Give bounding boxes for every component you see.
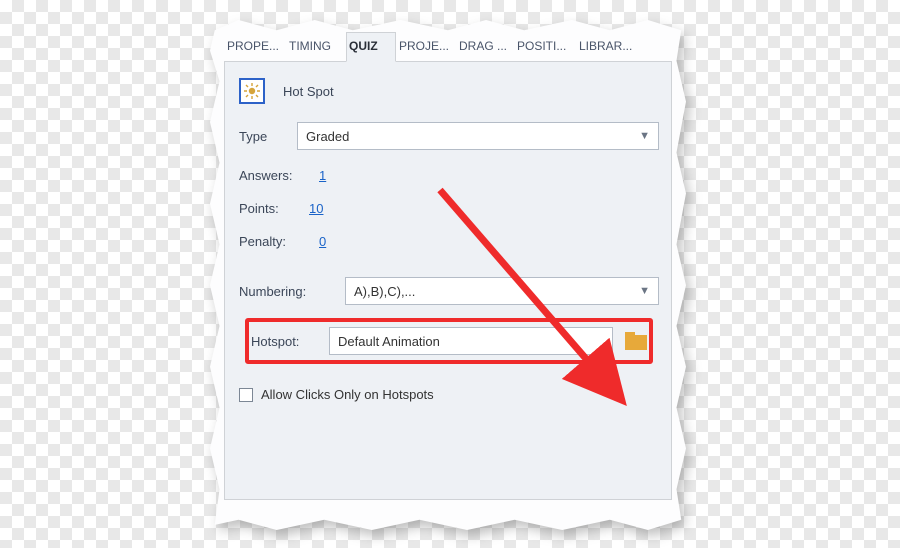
folder-icon[interactable]: [625, 332, 647, 350]
numbering-row: Numbering: A),B),C),... ▼: [239, 277, 659, 305]
chevron-down-icon: ▼: [639, 285, 650, 297]
points-label: Points:: [239, 201, 307, 216]
panel-surface: PROPE... TIMING QUIZ PROJE... DRAG ... P…: [210, 20, 686, 530]
tab-properties[interactable]: PROPE...: [224, 32, 286, 61]
hotspot-icon: [239, 78, 265, 104]
tab-quiz[interactable]: QUIZ: [346, 32, 396, 62]
answers-value[interactable]: 1: [317, 168, 328, 183]
hotspot-row: Hotspot:: [251, 327, 647, 355]
chevron-down-icon: ▼: [639, 130, 650, 142]
answers-label: Answers:: [239, 168, 317, 183]
tab-strip: PROPE... TIMING QUIZ PROJE... DRAG ... P…: [224, 32, 672, 62]
points-value[interactable]: 10: [307, 201, 325, 216]
numbering-label: Numbering:: [239, 284, 345, 299]
numbering-dropdown-value: A),B),C),...: [354, 284, 415, 299]
numbering-dropdown[interactable]: A),B),C),... ▼: [345, 277, 659, 305]
tab-position[interactable]: POSITI...: [514, 32, 576, 61]
header-title: Hot Spot: [283, 84, 334, 99]
penalty-value[interactable]: 0: [317, 234, 328, 249]
tab-timing[interactable]: TIMING: [286, 32, 346, 61]
penalty-label: Penalty:: [239, 234, 317, 249]
type-dropdown-value: Graded: [306, 129, 349, 144]
properties-panel: PROPE... TIMING QUIZ PROJE... DRAG ... P…: [210, 20, 686, 530]
hotspot-input[interactable]: [329, 327, 613, 355]
penalty-row: Penalty: 0: [239, 234, 659, 249]
hotspot-label: Hotspot:: [251, 334, 329, 349]
answers-row: Answers: 1: [239, 168, 659, 183]
tab-library[interactable]: LIBRAR...: [576, 32, 636, 61]
type-row: Type Graded ▼: [239, 122, 659, 150]
allow-clicks-row: Allow Clicks Only on Hotspots: [239, 387, 659, 402]
header-row: Hot Spot: [239, 78, 659, 104]
tab-project[interactable]: PROJE...: [396, 32, 456, 61]
tab-drag[interactable]: DRAG ...: [456, 32, 514, 61]
allow-clicks-label: Allow Clicks Only on Hotspots: [261, 387, 434, 402]
type-label: Type: [239, 129, 297, 144]
allow-clicks-checkbox[interactable]: [239, 388, 253, 402]
hotspot-row-wrap: Hotspot:: [239, 327, 659, 373]
points-row: Points: 10: [239, 201, 659, 216]
quiz-body: Hot Spot Type Graded ▼ Answers: 1 Points…: [224, 62, 672, 500]
type-dropdown[interactable]: Graded ▼: [297, 122, 659, 150]
